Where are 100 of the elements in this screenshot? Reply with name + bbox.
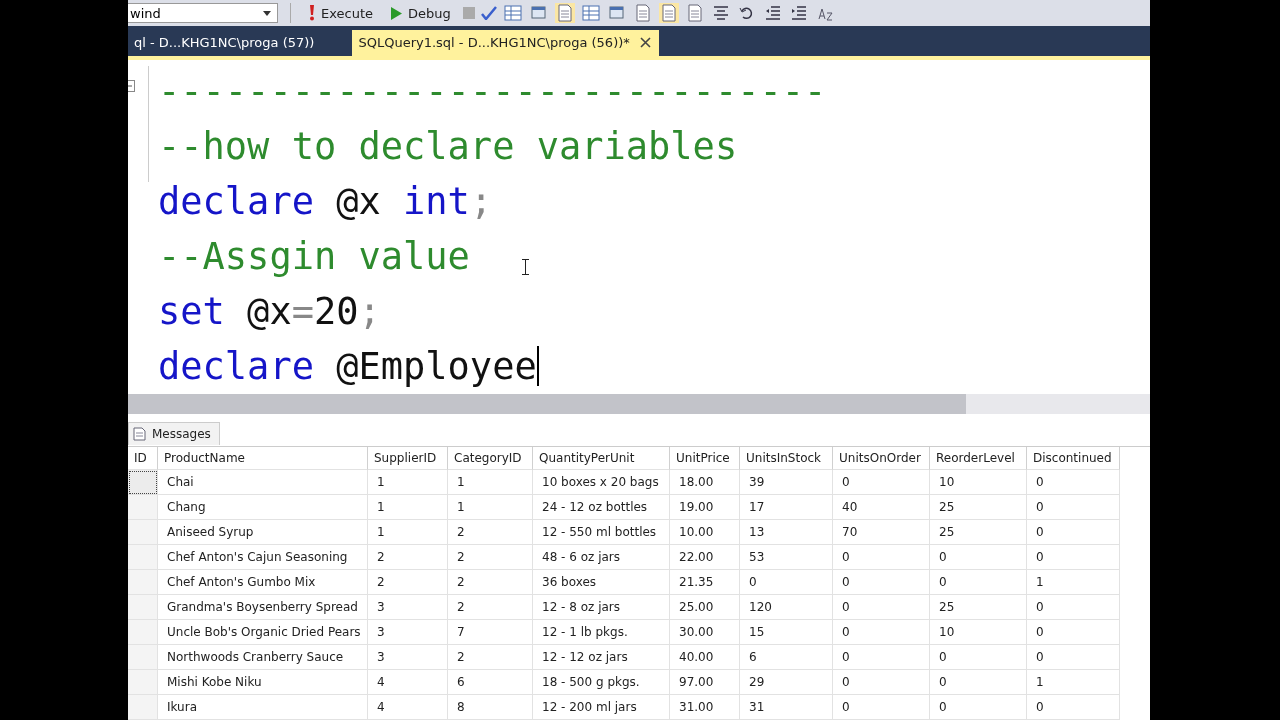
column-header[interactable]: UnitsOnOrder <box>833 447 930 470</box>
table-cell: 2 <box>448 520 533 545</box>
table-cell: 53 <box>740 545 833 570</box>
column-header[interactable]: SupplierID <box>368 447 448 470</box>
table-cell: 0 <box>1027 470 1120 495</box>
table-cell: 1 <box>448 470 533 495</box>
code-line: --Assgin value <box>158 234 470 278</box>
document-icon <box>133 427 146 441</box>
table-cell: 10.00 <box>670 520 740 545</box>
database-dropdown[interactable]: wind <box>128 3 278 23</box>
table-cell: 31 <box>740 695 833 720</box>
table-cell: Chef Anton's Cajun Seasoning <box>158 545 368 570</box>
table-cell: 0 <box>833 595 930 620</box>
table-cell: 10 boxes x 20 bags <box>533 470 670 495</box>
table-cell: 18.00 <box>670 470 740 495</box>
document-tab[interactable]: ql - D...KHG1NC\proga (57)) <box>128 29 323 56</box>
horizontal-scrollbar[interactable] <box>128 393 1150 414</box>
document-icon[interactable] <box>554 3 575 23</box>
table-cell: Chai <box>158 470 368 495</box>
table-cell: 3 <box>368 645 448 670</box>
table-cell: 1 <box>1027 670 1120 695</box>
document-tab[interactable]: SQLQuery1.sql - D...KHG1NC\proga (56))* <box>352 29 659 56</box>
table-cell: Grandma's Boysenberry Spread <box>158 595 368 620</box>
column-header[interactable]: CategoryID <box>448 447 533 470</box>
table-cell: 21.35 <box>670 570 740 595</box>
table-cell: 12 - 1 lb pkgs. <box>533 620 670 645</box>
table-cell: 31.00 <box>670 695 740 720</box>
table-cell: Northwoods Cranberry Sauce <box>158 645 368 670</box>
table-cell: 0 <box>930 695 1027 720</box>
table-cell: 2 <box>448 570 533 595</box>
table-cell: 36 boxes <box>533 570 670 595</box>
stop-icon[interactable] <box>462 7 475 19</box>
table-cell: 6 <box>740 645 833 670</box>
table-cell: 12 - 200 ml jars <box>533 695 670 720</box>
table-cell: 0 <box>833 620 930 645</box>
check-icon[interactable] <box>480 6 497 20</box>
table-cell: 0 <box>833 695 930 720</box>
code-line: declare @x int; <box>158 179 493 223</box>
table-cell: 19.00 <box>670 495 740 520</box>
table-cell: 40.00 <box>670 645 740 670</box>
table-cell: 97.00 <box>670 670 740 695</box>
close-icon[interactable] <box>639 37 651 49</box>
messages-tab[interactable]: Messages <box>128 422 220 445</box>
execute-button[interactable]: Execute <box>303 2 379 24</box>
table-cell: 0 <box>833 545 930 570</box>
table-cell: 2 <box>368 570 448 595</box>
table-cell: 25.00 <box>670 595 740 620</box>
table-cell: 4 <box>368 670 448 695</box>
grid-icon[interactable] <box>580 3 601 23</box>
table-cell: 3 <box>368 595 448 620</box>
table-cell: 0 <box>930 645 1027 670</box>
row-header[interactable] <box>128 470 158 495</box>
document-icon[interactable] <box>658 3 679 23</box>
table-cell: 0 <box>1027 495 1120 520</box>
column-header[interactable]: UnitsInStock <box>740 447 833 470</box>
code-line: set @x=20; <box>158 289 381 333</box>
table-cell: 17 <box>740 495 833 520</box>
code-line: ------------------------------ <box>158 69 827 113</box>
table-cell: 0 <box>833 645 930 670</box>
exclamation-icon <box>309 5 315 21</box>
table-cell: Aniseed Syrup <box>158 520 368 545</box>
table-cell: 8 <box>448 695 533 720</box>
table-cell: 12 - 8 oz jars <box>533 595 670 620</box>
table-cell: 0 <box>1027 695 1120 720</box>
code-line: --how to declare variables <box>158 124 738 168</box>
table-cell: 0 <box>740 570 833 595</box>
column-header[interactable]: ProductName <box>158 447 368 470</box>
table-cell: 2 <box>368 545 448 570</box>
table-cell: Uncle Bob's Organic Dried Pears <box>158 620 368 645</box>
table-cell: 40 <box>833 495 930 520</box>
column-header[interactable]: Discontinued <box>1027 447 1120 470</box>
table-cell: 25 <box>930 520 1027 545</box>
table-cell: 0 <box>833 670 930 695</box>
debug-button[interactable]: Debug <box>385 2 457 24</box>
table-cell: 10 <box>930 620 1027 645</box>
table-cell: 0 <box>930 570 1027 595</box>
column-header[interactable]: ID <box>128 447 158 470</box>
table-cell: Chang <box>158 495 368 520</box>
table-cell: 4 <box>368 695 448 720</box>
table-cell: 1 <box>448 495 533 520</box>
column-header[interactable]: ReorderLevel <box>930 447 1027 470</box>
table-cell: 1 <box>368 495 448 520</box>
table-cell: 2 <box>448 545 533 570</box>
table-cell: Chef Anton's Gumbo Mix <box>158 570 368 595</box>
table-cell: 0 <box>833 470 930 495</box>
table-cell: 0 <box>833 570 930 595</box>
column-header[interactable]: QuantityPerUnit <box>533 447 670 470</box>
column-header[interactable]: UnitPrice <box>670 447 740 470</box>
table-cell: 0 <box>1027 595 1120 620</box>
play-icon <box>391 6 402 20</box>
table-cell: 12 - 550 ml bottles <box>533 520 670 545</box>
table-cell: Mishi Kobe Niku <box>158 670 368 695</box>
table-cell: 24 - 12 oz bottles <box>533 495 670 520</box>
table-cell: 0 <box>930 670 1027 695</box>
grid-icon[interactable] <box>502 3 523 23</box>
table-cell: 0 <box>1027 520 1120 545</box>
table-cell: 0 <box>1027 545 1120 570</box>
table-cell: 0 <box>1027 620 1120 645</box>
table-cell: 10 <box>930 470 1027 495</box>
table-cell: 1 <box>1027 570 1120 595</box>
